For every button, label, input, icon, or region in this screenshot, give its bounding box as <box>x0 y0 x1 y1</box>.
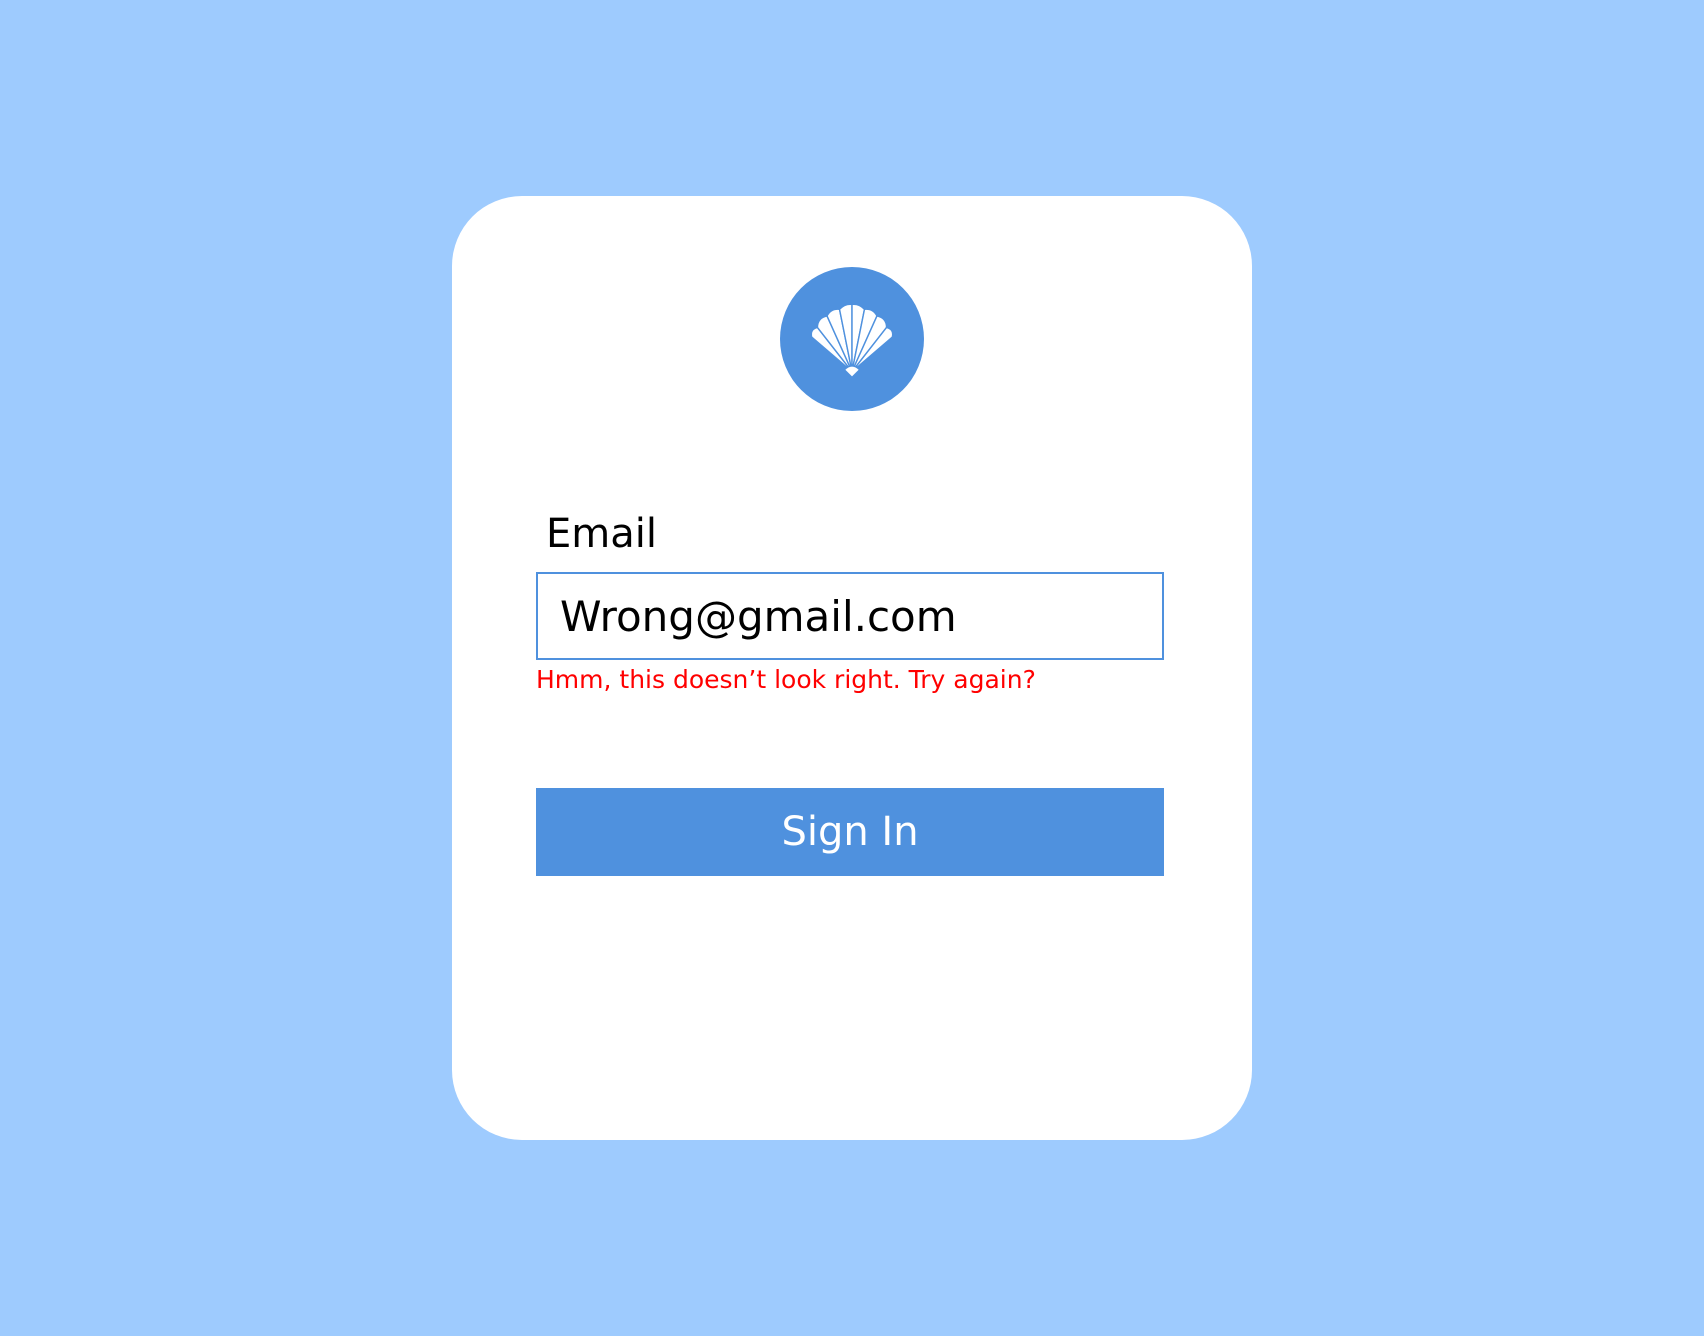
seashell-icon <box>810 303 894 379</box>
email-field[interactable] <box>536 572 1164 660</box>
logo <box>780 267 924 411</box>
email-error-message: Hmm, this doesn’t look right. Try again? <box>536 665 1036 694</box>
email-label: Email <box>546 511 657 557</box>
sign-in-button[interactable]: Sign In <box>536 788 1164 876</box>
sign-in-button-label: Sign In <box>781 809 919 855</box>
login-card: Email Hmm, this doesn’t look right. Try … <box>452 196 1252 1140</box>
